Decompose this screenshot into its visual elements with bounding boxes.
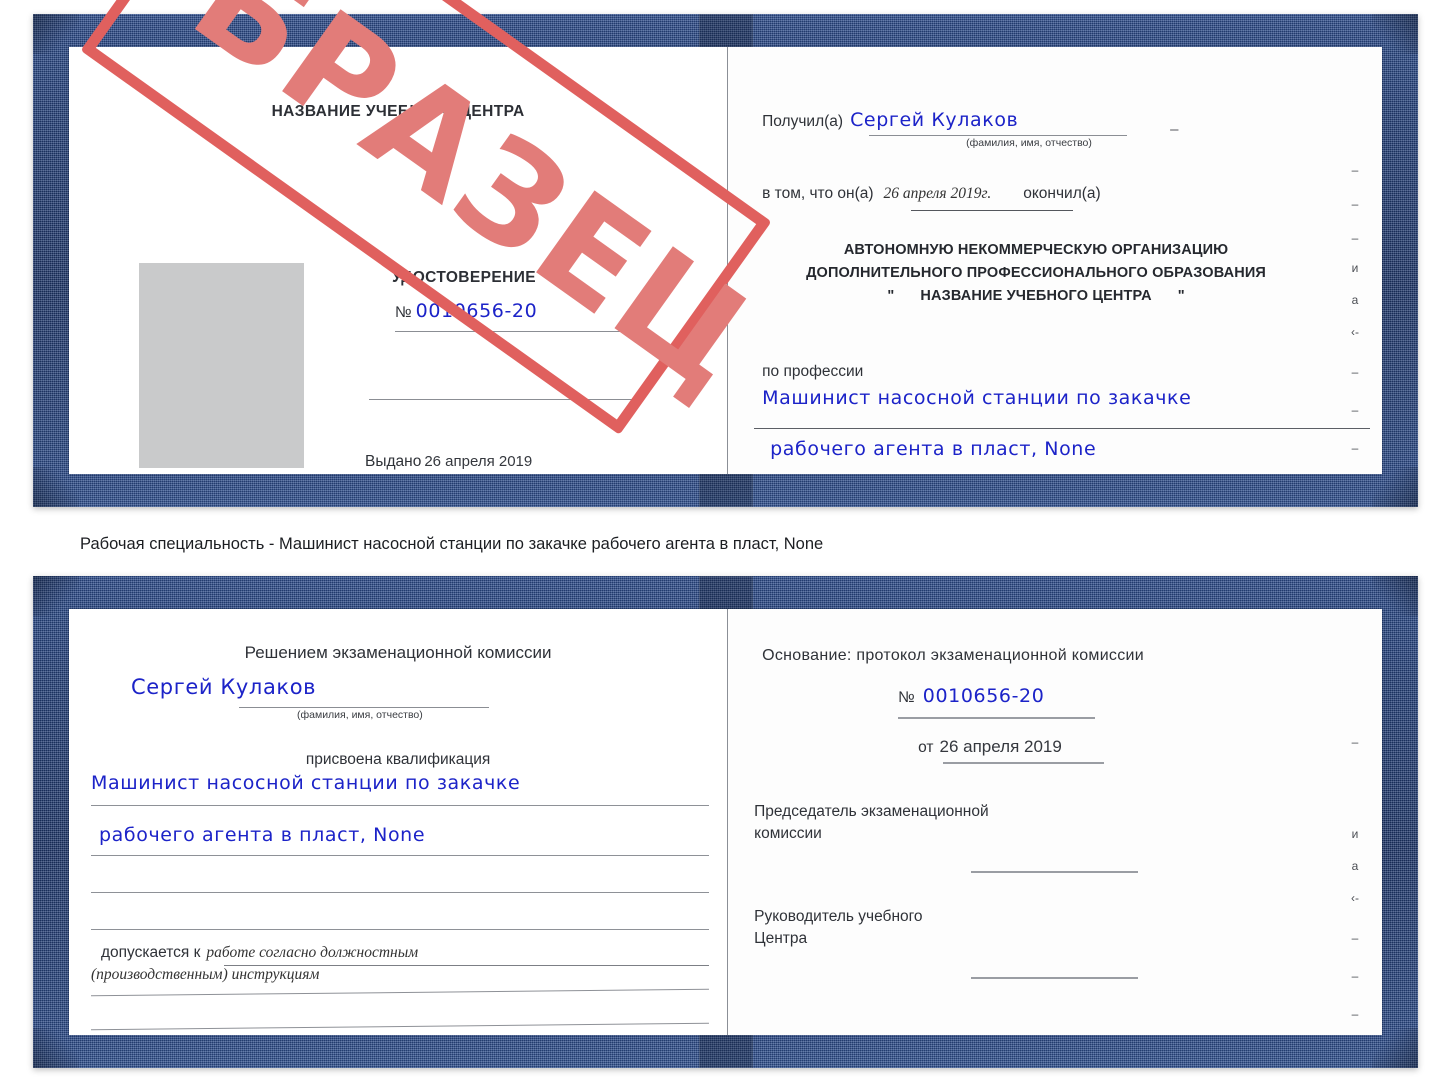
head-line-1: Руководитель учебного <box>754 908 923 925</box>
organization-block: АВТОНОМНУЮ НЕКОММЕРЧЕСКУЮ ОРГАНИЗАЦИЮ ДО… <box>736 239 1336 308</box>
certificate-bottom: Решением экзаменационной комиссии Сергей… <box>33 576 1418 1068</box>
from-label: от <box>918 739 934 756</box>
allowed-line-1: работе согласно должностным <box>206 944 419 961</box>
completion-date-underline <box>911 210 1074 211</box>
org-line-3-row: " НАЗВАНИЕ УЧЕБНОГО ЦЕНТРА " <box>736 285 1336 308</box>
protocol-number-underline <box>898 717 1096 719</box>
recipient-row: Получил(а) Сергей Кулаков <box>762 109 1018 131</box>
chairman-signature-line <box>971 871 1139 873</box>
spine-tab-bottom <box>698 469 753 507</box>
issued-label: Выдано <box>365 453 422 470</box>
blank-line <box>369 399 634 400</box>
org-line-2: ДОПОЛНИТЕЛЬНОГО ПРОФЕССИОНАЛЬНОГО ОБРАЗО… <box>806 265 1267 281</box>
protocol-date: 26 апреля 2019 <box>939 737 1062 756</box>
edge-fragment-8: – <box>1351 441 1359 455</box>
head-signature-line <box>971 977 1139 979</box>
certificate-top-pages: НАЗВАНИЕ УЧЕБНОГО ЦЕНТРА УДОСТОВЕРЕНИЕ №… <box>69 47 1382 474</box>
edge-fragment-0: – <box>1351 735 1359 749</box>
document-type-label: УДОСТОВЕРЕНИЕ <box>392 269 536 286</box>
profession-line-1: Машинист насосной станции по закачке <box>762 387 1192 409</box>
certificate-bottom-right-page: Основание: протокол экзаменационной коми… <box>728 609 1382 1035</box>
edge-fragment-3: ‹- <box>1350 891 1359 905</box>
edge-fragment-1: и <box>1351 827 1359 841</box>
edge-fragment-2: а <box>1351 859 1359 873</box>
chairman-block: Председатель экзаменационной комиссии <box>754 801 989 845</box>
qualification-label: присвоена квалификация <box>305 751 491 768</box>
org-line-3: НАЗВАНИЕ УЧЕБНОГО ЦЕНТРА <box>920 288 1152 304</box>
org-quote-open: " <box>887 288 895 304</box>
basis-label: Основание: протокол экзаменационной коми… <box>762 647 1145 664</box>
recipient-label: Получил(а) <box>762 113 844 130</box>
org-quote-close: " <box>1177 288 1185 304</box>
edge-fragment-3: и <box>1351 261 1359 275</box>
qualification-underline-2 <box>91 855 710 856</box>
training-center-name: НАЗВАНИЕ УЧЕБНОГО ЦЕНТРА <box>271 103 525 120</box>
spine-tab-bottom <box>698 1030 753 1068</box>
certificate-number-row: № 0010656-20 <box>395 300 635 322</box>
recipient-underline <box>869 135 1128 136</box>
completion-date: 26 апреля 2019г. <box>883 185 992 202</box>
edge-fragment-4: а <box>1351 293 1359 307</box>
org-line-1: АВТОНОМНУЮ НЕКОММЕРЧЕСКУЮ ОРГАНИЗАЦИЮ <box>843 242 1229 258</box>
number-symbol: № <box>898 689 915 706</box>
qualification-line-1: Машинист насосной станции по закачке <box>91 772 521 794</box>
edge-fragment-6: – <box>1351 365 1359 379</box>
certificate-top-left-page: НАЗВАНИЕ УЧЕБНОГО ЦЕНТРА УДОСТОВЕРЕНИЕ №… <box>69 47 729 474</box>
edge-fragment-5: ‹- <box>1350 325 1359 339</box>
allowed-line-2: (производственным) инструкциям <box>91 966 320 983</box>
chairman-line-1: Председатель экзаменационной <box>754 803 989 820</box>
completion-row: в том, что он(а) 26 апреля 2019г. окончи… <box>762 185 1101 203</box>
chairman-line-2: комиссии <box>754 825 822 842</box>
issued-date: 26 апреля 2019 <box>424 453 533 470</box>
protocol-date-row: от 26 апреля 2019 <box>918 737 1062 757</box>
recipient-name: Сергей Кулаков <box>850 109 1019 131</box>
allowed-label: допускается к <box>101 944 201 961</box>
certificate-top: НАЗВАНИЕ УЧЕБНОГО ЦЕНТРА УДОСТОВЕРЕНИЕ №… <box>33 14 1418 507</box>
issue-row: Выдано 26 апреля 2019 <box>365 453 532 471</box>
head-block: Руководитель учебного Центра <box>754 906 922 950</box>
profession-underline-1 <box>754 428 1370 429</box>
certificate-number-underline <box>395 331 635 332</box>
graduate-name: Сергей Кулаков <box>131 675 317 699</box>
profession-line-2: рабочего агента в пласт, None <box>770 438 1097 460</box>
fio-hint: (фамилия, имя, отчество) <box>297 709 423 721</box>
graduate-name-underline <box>239 707 489 708</box>
edge-fragment-2: – <box>1351 231 1359 245</box>
profession-label: по профессии <box>762 363 864 380</box>
finished-label: окончил(а) <box>1023 185 1101 202</box>
qualification-underline-1 <box>91 805 710 806</box>
protocol-number-value: 0010656-20 <box>922 685 1045 707</box>
edge-fragment-7: – <box>1351 403 1359 417</box>
that-he-label: в том, что он(а) <box>762 185 874 202</box>
certificate-number-value: 0010656-20 <box>415 300 538 322</box>
edge-fragment-4: – <box>1351 931 1359 945</box>
edge-fragment-0: – <box>1351 163 1359 177</box>
fio-hint: (фамилия, имя, отчество) <box>966 137 1092 149</box>
edge-fragment-1: – <box>1351 197 1359 211</box>
caption-text: Рабочая специальность - Машинист насосно… <box>80 535 824 553</box>
protocol-date-underline <box>943 762 1105 764</box>
head-line-2: Центра <box>754 930 808 947</box>
edge-dash: – <box>1170 121 1179 138</box>
edge-fragment-column: – и а ‹- – – – – <box>1338 609 1372 1035</box>
certificate-top-right-page: Получил(а) Сергей Кулаков (фамилия, имя,… <box>728 47 1382 474</box>
photo-placeholder <box>139 263 304 468</box>
blank-line-1 <box>91 892 710 893</box>
qualification-line-2: рабочего агента в пласт, None <box>99 824 426 846</box>
blank-line-4 <box>91 1022 710 1031</box>
blank-line-2 <box>91 929 710 930</box>
certificate-bottom-left-page: Решением экзаменационной комиссии Сергей… <box>69 609 729 1035</box>
protocol-number-row: № 0010656-20 <box>898 685 1044 707</box>
number-symbol: № <box>395 304 412 321</box>
edge-fragment-6: – <box>1351 1007 1359 1021</box>
allowed-row: допускается к работе согласно должностны… <box>101 944 418 962</box>
commission-decision-title: Решением экзаменационной комиссии <box>244 643 552 662</box>
certificate-bottom-pages: Решением экзаменационной комиссии Сергей… <box>69 609 1382 1035</box>
edge-fragment-column: – – – и а ‹- – – – <box>1338 47 1372 474</box>
edge-fragment-5: – <box>1351 969 1359 983</box>
blank-line-3 <box>91 988 710 997</box>
